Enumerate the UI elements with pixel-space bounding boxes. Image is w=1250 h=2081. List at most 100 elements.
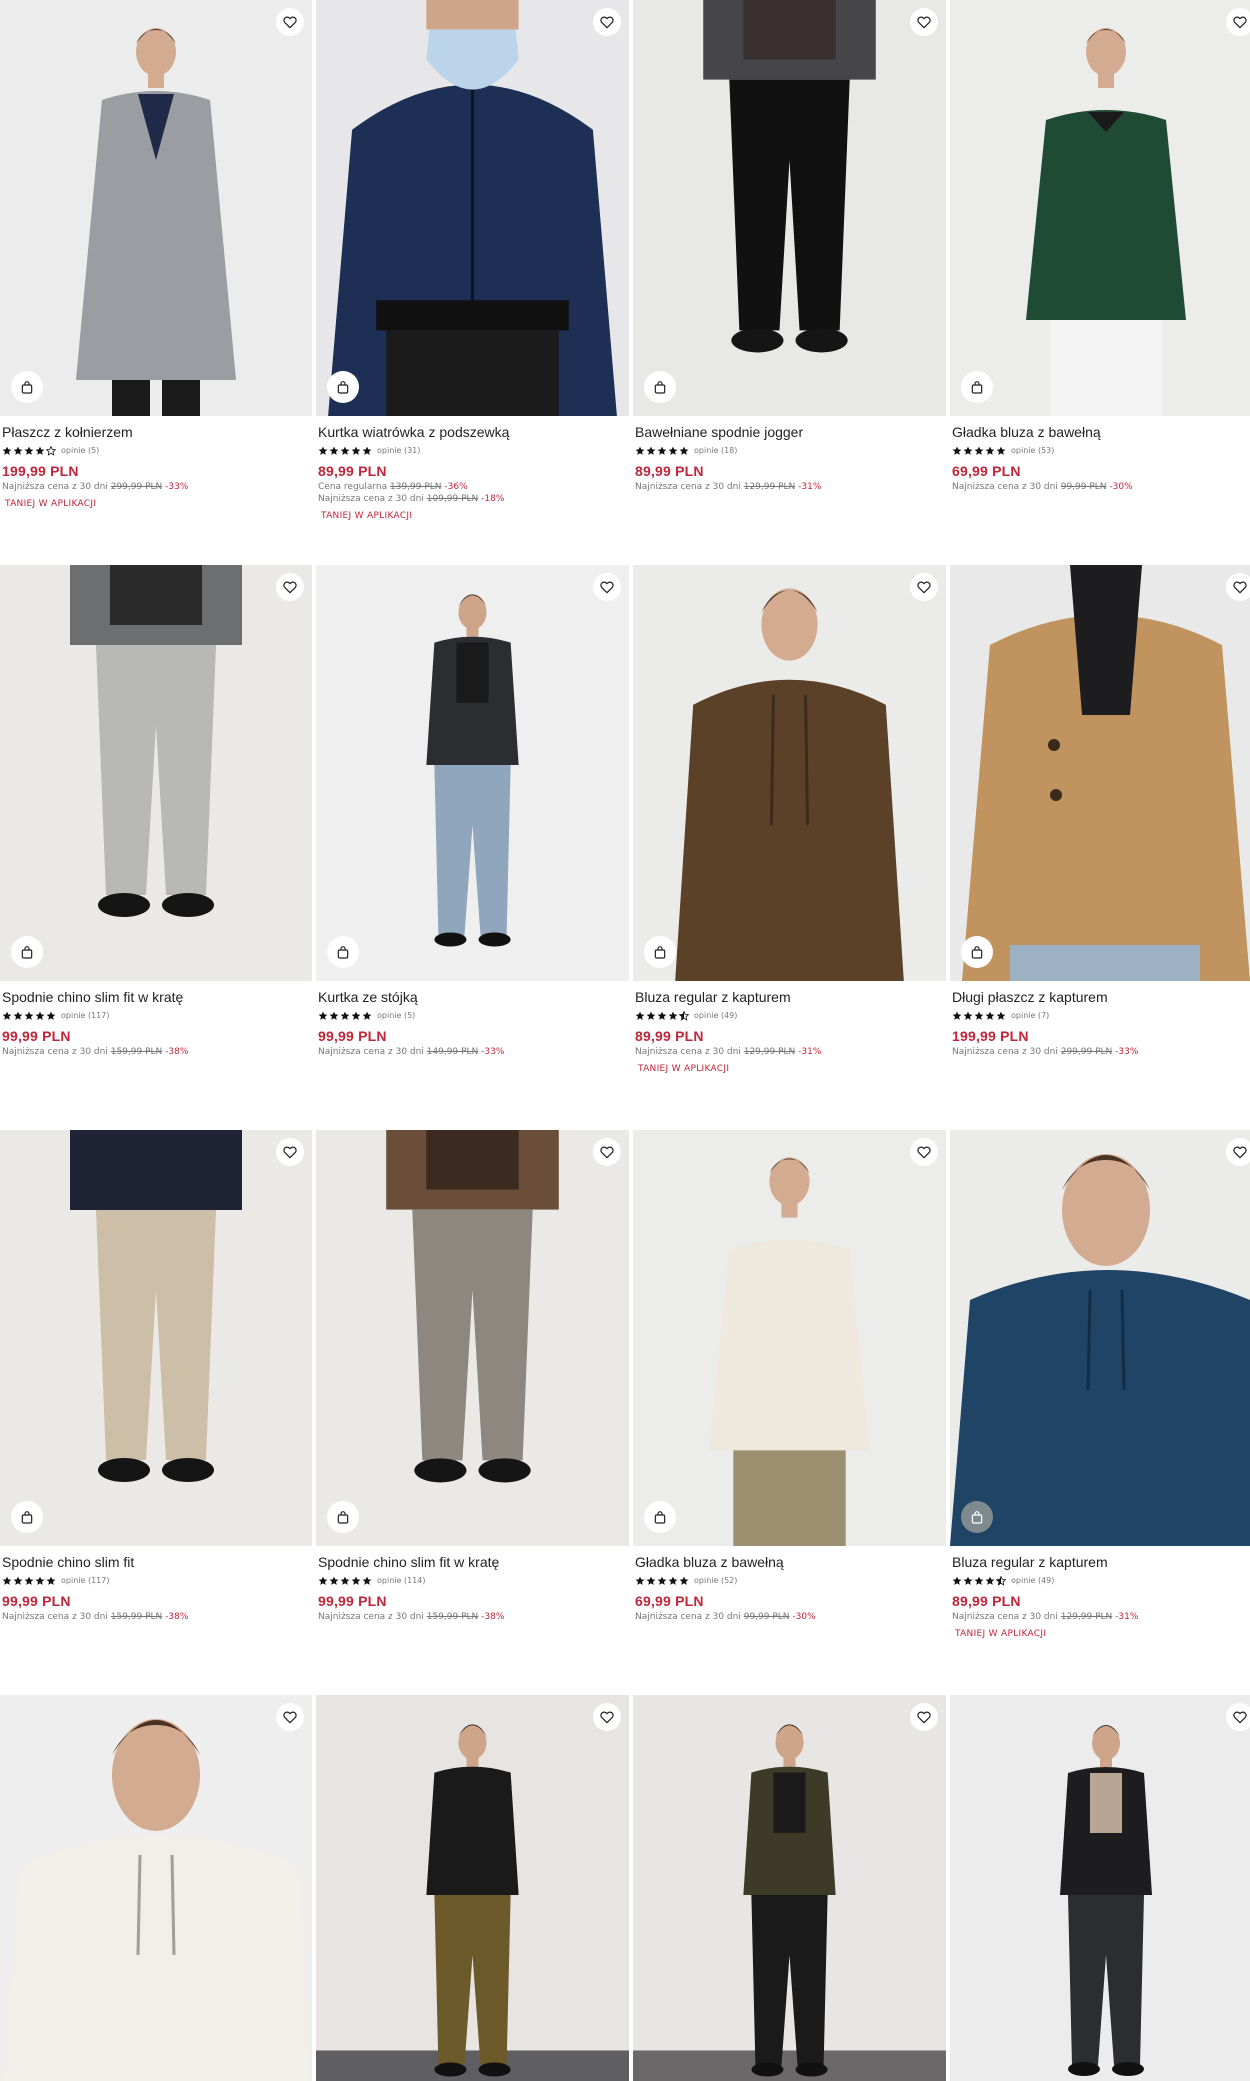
product-name[interactable]: Bluza regular z kapturem (635, 989, 942, 1005)
product-card[interactable] (316, 1695, 629, 2081)
product-card[interactable]: Bluza regular z kapturem opinie (49) 89,99… (633, 565, 946, 1130)
app-promo-badge: TANIEJ W APLIKACJI (321, 511, 413, 521)
lowest-price-label: Najniższa cena z 30 dni (952, 1047, 1058, 1057)
favorite-heart-icon[interactable] (593, 1703, 621, 1731)
product-name[interactable]: Płaszcz z kołnierzem (2, 424, 308, 440)
product-image[interactable] (633, 1695, 946, 2081)
rating-stars-icon (952, 446, 1007, 456)
price: 99,99 PLN (2, 1028, 71, 1044)
product-info: Spodnie chino slim fit w kratę opinie (11… (2, 989, 308, 1058)
product-info: Gładka bluza z bawełną opinie (52) 69,99 P… (635, 1554, 942, 1623)
product-card[interactable]: Spodnie chino slim fit opinie (117) 99,99 … (0, 1130, 312, 1695)
product-name[interactable]: Kurtka wiatrówka z podszewką (318, 424, 625, 440)
product-card[interactable]: Kurtka wiatrówka z podszewką opinie (31) 8… (316, 0, 629, 565)
product-image[interactable] (0, 565, 312, 981)
product-image[interactable] (316, 1695, 629, 2081)
product-card[interactable]: Spodnie chino slim fit w kratę opinie (11… (316, 1130, 629, 1695)
add-to-bag-icon[interactable] (644, 371, 676, 403)
rating-stars-icon (952, 1576, 1007, 1586)
review-count: opinie (31) (377, 446, 421, 455)
review-count: opinie (53) (1011, 446, 1055, 455)
lowest-price-label: Najniższa cena z 30 dni (318, 1612, 424, 1622)
product-card[interactable] (950, 1695, 1250, 2081)
product-name[interactable]: Kurtka ze stójką (318, 989, 625, 1005)
product-card[interactable]: Gładka bluza z bawełną opinie (52) 69,99 P… (633, 1130, 946, 1695)
product-name[interactable]: Spodnie chino slim fit (2, 1554, 308, 1570)
favorite-heart-icon[interactable] (1226, 1703, 1250, 1731)
product-card[interactable]: Spodnie chino slim fit w kratę opinie (11… (0, 565, 312, 1130)
add-to-bag-icon[interactable] (644, 1501, 676, 1533)
add-to-bag-icon[interactable] (11, 936, 43, 968)
lowest-price-line: Najniższa cena z 30 dni 299,99 PLN -33% (952, 1047, 1250, 1058)
product-image[interactable] (950, 1695, 1250, 2081)
product-name[interactable]: Długi płaszcz z kapturem (952, 989, 1250, 1005)
product-card[interactable]: Kurtka ze stójką opinie (5) 99,99 PLN Najni… (316, 565, 629, 1130)
favorite-heart-icon[interactable] (1226, 1138, 1250, 1166)
favorite-heart-icon[interactable] (276, 1138, 304, 1166)
add-to-bag-icon[interactable] (327, 1501, 359, 1533)
product-image[interactable] (316, 1130, 629, 1546)
product-name[interactable]: Bluza regular z kapturem (952, 1554, 1250, 1570)
product-card[interactable]: Bluza regular z kapturem opinie (49) 89,99… (950, 1130, 1250, 1695)
favorite-heart-icon[interactable] (1226, 573, 1250, 601)
product-image[interactable] (0, 1695, 312, 2081)
add-to-bag-icon[interactable] (327, 371, 359, 403)
product-name[interactable]: Gładka bluza z bawełną (635, 1554, 942, 1570)
product-image[interactable] (633, 1130, 946, 1546)
product-card[interactable]: Płaszcz z kołnierzem opinie (5) 199,99 PLN… (0, 0, 312, 565)
favorite-heart-icon[interactable] (276, 1703, 304, 1731)
price: 89,99 PLN (318, 463, 387, 479)
product-image[interactable] (0, 0, 312, 416)
product-card[interactable]: Bawełniane spodnie jogger opinie (18) 89,9… (633, 0, 946, 565)
rating-stars-icon (318, 446, 373, 456)
price: 89,99 PLN (952, 1593, 1021, 1609)
rating-stars-icon (952, 1011, 1007, 1021)
favorite-heart-icon[interactable] (593, 573, 621, 601)
favorite-heart-icon[interactable] (276, 573, 304, 601)
product-name[interactable]: Spodnie chino slim fit w kratę (318, 1554, 625, 1570)
favorite-heart-icon[interactable] (593, 8, 621, 36)
product-image[interactable] (950, 1130, 1250, 1546)
product-info: Długi płaszcz z kapturem opinie (7) 199,99… (952, 989, 1250, 1058)
product-name[interactable]: Gładka bluza z bawełną (952, 424, 1250, 440)
add-to-bag-icon[interactable] (961, 1501, 993, 1533)
add-to-bag-icon[interactable] (961, 936, 993, 968)
review-count: opinie (49) (1011, 1576, 1055, 1585)
lowest-price: 299,99 PLN (1060, 1047, 1113, 1057)
lowest-price-line: Najniższa cena z 30 dni 99,99 PLN -30% (952, 482, 1250, 493)
lowest-discount: -30% (1109, 482, 1133, 492)
product-card[interactable] (0, 1695, 312, 2081)
favorite-heart-icon[interactable] (910, 573, 938, 601)
lowest-discount: -38% (481, 1612, 505, 1622)
favorite-heart-icon[interactable] (276, 8, 304, 36)
add-to-bag-icon[interactable] (644, 936, 676, 968)
rating-stars-icon (2, 446, 57, 456)
favorite-heart-icon[interactable] (910, 8, 938, 36)
favorite-heart-icon[interactable] (910, 1138, 938, 1166)
product-image[interactable] (316, 565, 629, 981)
product-name[interactable]: Bawełniane spodnie jogger (635, 424, 942, 440)
lowest-price-line: Najniższa cena z 30 dni 149,99 PLN -33% (318, 1047, 625, 1058)
product-image[interactable] (0, 1130, 312, 1546)
favorite-heart-icon[interactable] (1226, 8, 1250, 36)
rating: opinie (18) (635, 445, 942, 457)
rating-stars-icon (2, 1576, 57, 1586)
price: 99,99 PLN (318, 1593, 387, 1609)
product-card[interactable] (633, 1695, 946, 2081)
favorite-heart-icon[interactable] (593, 1138, 621, 1166)
add-to-bag-icon[interactable] (11, 371, 43, 403)
product-image[interactable] (316, 0, 629, 416)
add-to-bag-icon[interactable] (11, 1501, 43, 1533)
favorite-heart-icon[interactable] (910, 1703, 938, 1731)
add-to-bag-icon[interactable] (961, 371, 993, 403)
product-image[interactable] (950, 565, 1250, 981)
lowest-price-label: Najniższa cena z 30 dni (318, 494, 424, 504)
product-card[interactable]: Długi płaszcz z kapturem opinie (7) 199,99… (950, 565, 1250, 1130)
add-to-bag-icon[interactable] (327, 936, 359, 968)
product-name[interactable]: Spodnie chino slim fit w kratę (2, 989, 308, 1005)
product-image[interactable] (950, 0, 1250, 416)
product-image[interactable] (633, 565, 946, 981)
product-card[interactable]: Gładka bluza z bawełną opinie (53) 69,99 P… (950, 0, 1250, 565)
product-image[interactable] (633, 0, 946, 416)
review-count: opinie (52) (694, 1576, 738, 1585)
